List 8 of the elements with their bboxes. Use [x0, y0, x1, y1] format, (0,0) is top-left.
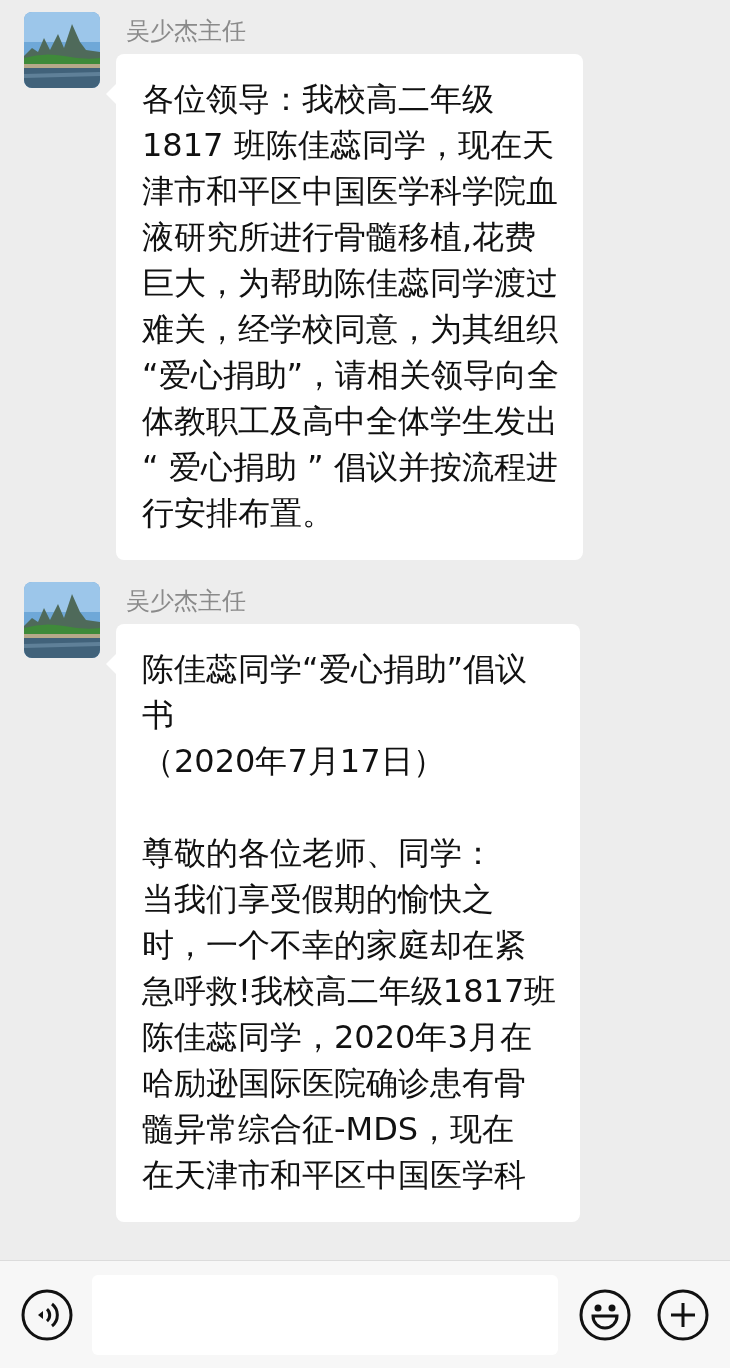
message-text: 尊敬的各位老师、同学： 当我们享受假期的愉快之 时，一个不幸的家庭却在紧 急呼救!我校高二年级1817班 陈佳蕊同学，2020年3月在 哈励逊国际医院确诊患有骨 髓异常综合征-MDS，现在 在天津市和平区中国医学科 [142, 833, 557, 1196]
smiley-icon[interactable] [578, 1287, 633, 1342]
plus-icon[interactable] [656, 1287, 710, 1342]
voice-icon[interactable] [20, 1287, 74, 1342]
message-text: 各位领导：我校高二年级 1817 班陈佳蕊同学，现在天 津市和平区中国医学科学院血 液研究所进行骨髓移植,花费 巨大，为帮助陈佳蕊同学渡过 难关，经学校同意，为其组织 “爱心捐助”，请相关领导向全 体教职工及高中全体学生发出 “ 爱心捐助 ” 倡议并按流程进 行安排布置。 [142, 79, 560, 534]
message-text: 陈佳蕊同学“爱心捐助”倡议 书 （2020年7月17日） [142, 649, 529, 782]
sender-name: 吴少杰主任 [126, 16, 246, 46]
sender-name: 吴少杰主任 [126, 586, 246, 616]
